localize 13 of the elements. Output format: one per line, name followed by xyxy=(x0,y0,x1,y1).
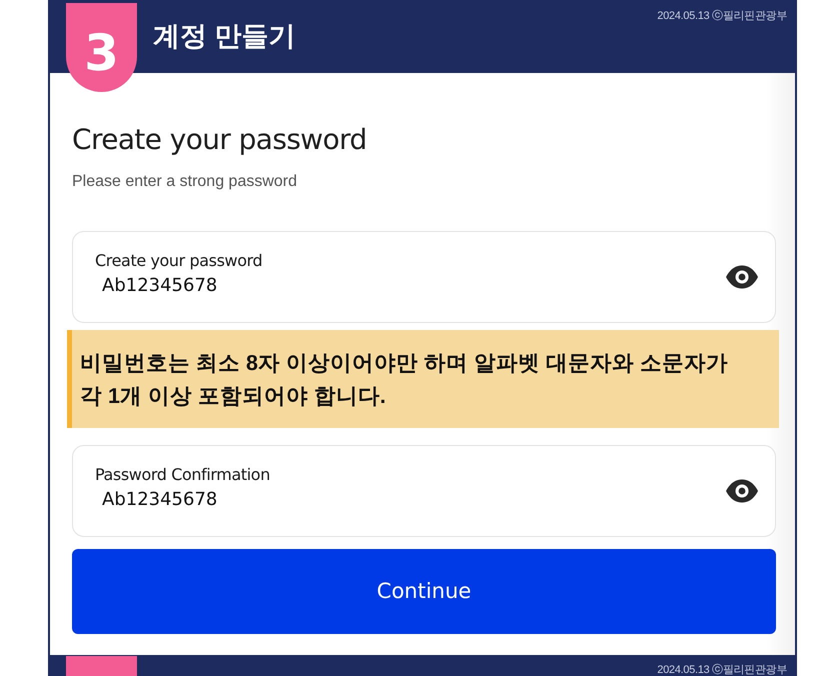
form-subtitle: Please enter a strong password xyxy=(72,172,298,192)
credit-text: 2024.05.13 ⓒ필리핀관광부 xyxy=(657,663,787,676)
password-field[interactable]: Password Confirmation Ab12345678 xyxy=(72,445,776,537)
eye-icon[interactable] xyxy=(725,479,759,503)
step-number: 3 xyxy=(66,3,137,92)
password-field[interactable]: Create your password Ab12345678 xyxy=(72,231,776,323)
credit-text: 2024.05.13 ⓒ필리핀관광부 xyxy=(657,9,787,23)
tab-stub xyxy=(66,656,137,676)
password-rule-text: 비밀번호는 최소 8자 이상이어야만 하며 알파벳 대문자와 소문자가 각 1개 이상 포함되어야 합니다. xyxy=(80,350,729,410)
eye-icon[interactable] xyxy=(725,265,759,289)
page-title: 계정 만들기 xyxy=(153,20,296,52)
form-heading: Create your password xyxy=(72,123,368,157)
continue-button[interactable]: Continue xyxy=(72,549,776,634)
